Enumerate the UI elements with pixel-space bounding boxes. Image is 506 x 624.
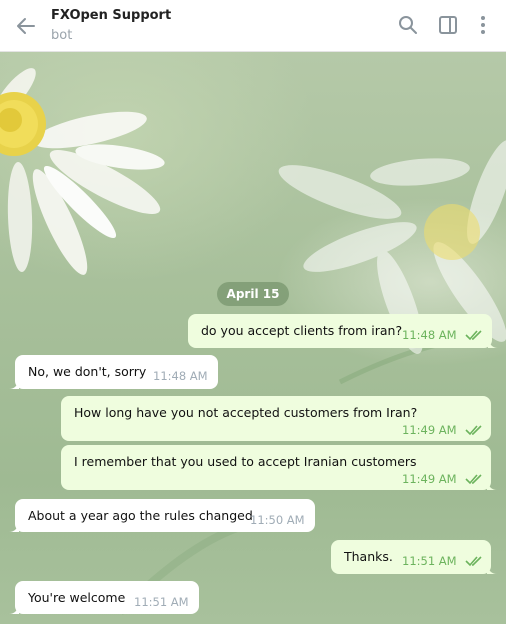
message-time: 11:51 AM — [402, 554, 457, 568]
sidebar-toggle-icon[interactable] — [437, 14, 459, 36]
chat-title[interactable]: FXOpen Support — [51, 8, 171, 23]
message-text: You're welcome — [28, 590, 126, 605]
bubble-tail — [9, 379, 19, 389]
double-check-icon — [465, 556, 482, 567]
incoming-message[interactable]: No, we don't, sorry 11:48 AM — [9, 355, 218, 389]
message-time: 11:49 AM — [402, 423, 457, 437]
bubble-tail — [9, 522, 19, 532]
search-icon[interactable] — [397, 14, 419, 36]
outgoing-message[interactable]: Thanks. 11:51 AM — [331, 540, 497, 574]
more-vertical-icon[interactable] — [472, 14, 494, 36]
outgoing-message[interactable]: I remember that you used to accept Irani… — [61, 445, 497, 490]
chat-header: FXOpen Support bot — [0, 0, 506, 52]
double-check-icon — [465, 330, 482, 341]
bubble-tail — [487, 480, 497, 490]
incoming-message[interactable]: You're welcome 11:51 AM — [9, 581, 199, 614]
message-text: No, we don't, sorry — [28, 364, 147, 379]
message-time: 11:51 AM — [134, 595, 189, 609]
message-text: do you accept clients from iran? — [201, 323, 403, 338]
outgoing-message[interactable]: do you accept clients from iran? 11:48 A… — [188, 314, 498, 348]
date-separator: April 15 — [217, 282, 289, 306]
incoming-message[interactable]: About a year ago the rules changed 11:50… — [9, 499, 315, 532]
double-check-icon — [465, 425, 482, 436]
outgoing-message[interactable]: How long have you not accepted customers… — [61, 396, 491, 441]
message-time: 11:48 AM — [153, 369, 208, 383]
arrow-left-icon[interactable] — [14, 14, 38, 38]
message-text: Thanks. — [344, 549, 393, 564]
chat-wallpaper: April 15 do you accept clients from iran… — [0, 52, 506, 624]
bubble-tail — [9, 604, 19, 614]
bubble-tail — [487, 564, 497, 574]
message-time: 11:50 AM — [250, 513, 305, 527]
message-text: I remember that you used to accept Irani… — [74, 454, 417, 469]
bubble-tail — [488, 338, 498, 348]
message-text: About a year ago the rules changed — [28, 508, 253, 523]
double-check-icon — [465, 474, 482, 485]
message-time: 11:48 AM — [402, 328, 457, 342]
message-text: How long have you not accepted customers… — [74, 405, 418, 420]
chat-status: bot — [51, 28, 73, 43]
message-time: 11:49 AM — [402, 472, 457, 486]
